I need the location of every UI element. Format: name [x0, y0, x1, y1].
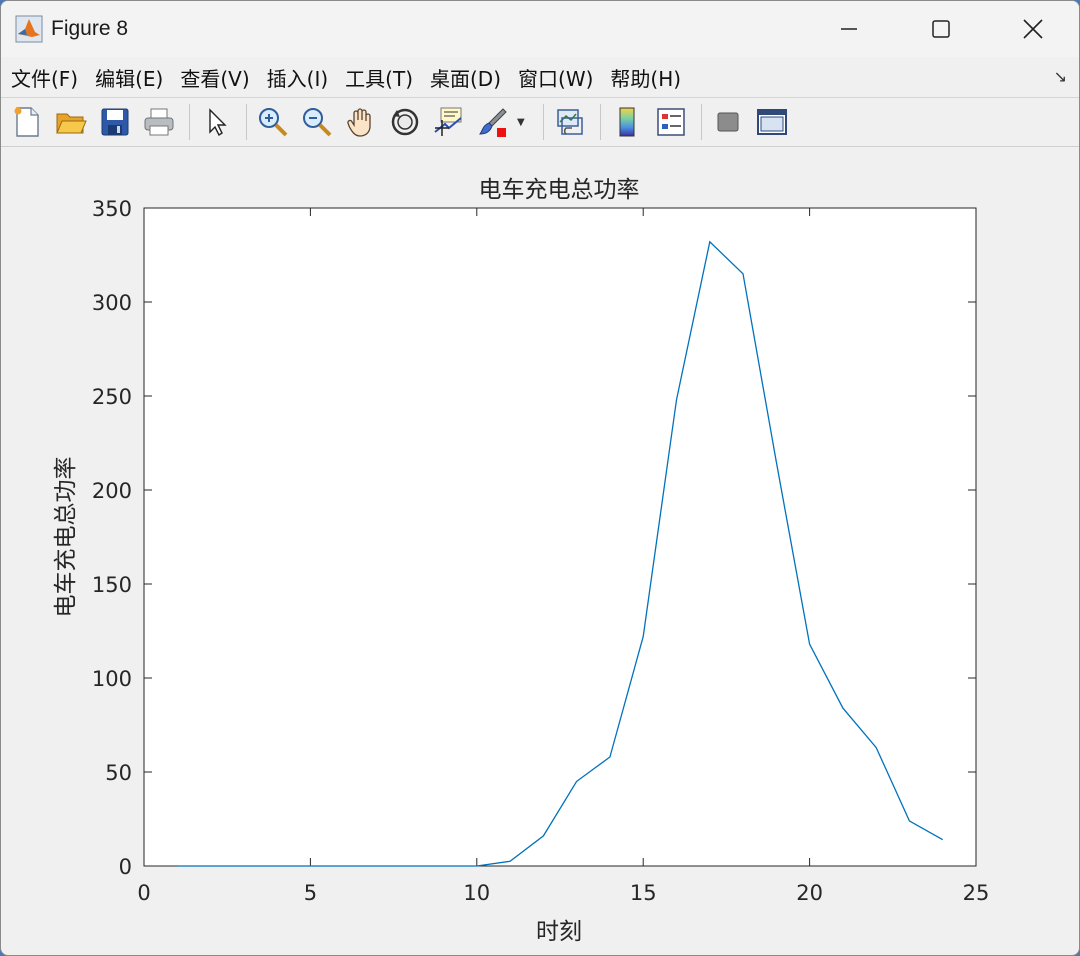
- zoom-out-button[interactable]: [297, 102, 337, 142]
- plot-axes[interactable]: [143, 207, 977, 867]
- save-button[interactable]: [95, 102, 135, 142]
- minimize-icon: [841, 28, 857, 30]
- rotate-3d-icon: [391, 108, 419, 136]
- toolbar-separator: [600, 104, 601, 140]
- menu-file[interactable]: 文件(F): [1, 63, 85, 92]
- y-tick-label: 100: [92, 667, 132, 691]
- toolbar-separator: [246, 104, 247, 140]
- y-tick-label: 300: [92, 291, 132, 315]
- new-figure-button[interactable]: [7, 102, 47, 142]
- rotate-3d-button[interactable]: [385, 102, 425, 142]
- figure-toolbar: ▼: [1, 97, 1079, 147]
- menu-help[interactable]: 帮助(H): [600, 63, 688, 92]
- x-tick-label: 5: [304, 881, 317, 905]
- menu-window[interactable]: 窗口(W): [508, 63, 600, 92]
- data-cursor-button[interactable]: [429, 102, 469, 142]
- open-file-button[interactable]: [51, 102, 91, 142]
- open-file-icon: [56, 113, 87, 134]
- pan-button[interactable]: [341, 102, 381, 142]
- hide-plot-tools-icon: [717, 112, 739, 132]
- menu-desktop[interactable]: 桌面(D): [420, 63, 508, 92]
- minimize-button[interactable]: [803, 1, 895, 57]
- title-bar[interactable]: Figure 8: [1, 1, 1079, 57]
- maximize-button[interactable]: [895, 1, 987, 57]
- y-tick-label: 350: [92, 197, 132, 221]
- menu-bar: 文件(F) 编辑(E) 查看(V) 插入(I) 工具(T) 桌面(D) 窗口(W…: [1, 59, 1079, 95]
- toolbar-separator: [701, 104, 702, 140]
- menu-insert[interactable]: 插入(I): [257, 63, 336, 92]
- select-arrow-icon: [209, 108, 227, 137]
- x-axis-label: 时刻: [536, 919, 582, 945]
- close-icon: [1023, 19, 1043, 39]
- x-tick-label: 0: [137, 881, 150, 905]
- show-plot-tools-button[interactable]: [752, 102, 792, 142]
- menu-edit[interactable]: 编辑(E): [85, 63, 170, 92]
- save-icon: [101, 108, 129, 136]
- legend-icon: [657, 108, 685, 136]
- menu-tools[interactable]: 工具(T): [335, 63, 420, 92]
- y-tick-label: 50: [105, 761, 132, 785]
- x-tick-label: 15: [630, 881, 657, 905]
- legend-button[interactable]: [651, 102, 691, 142]
- zoom-in-icon: [259, 108, 288, 137]
- print-icon: [144, 108, 174, 136]
- y-tick-label: 0: [119, 855, 132, 879]
- zoom-in-button[interactable]: [253, 102, 293, 142]
- chart-title: 电车充电总功率: [479, 177, 640, 203]
- maximize-icon: [932, 20, 950, 38]
- show-plot-tools-icon: [757, 109, 787, 135]
- hide-plot-tools-button[interactable]: [708, 102, 748, 142]
- y-axis-label: 电车充电总功率: [53, 457, 79, 618]
- data-cursor-icon: [434, 107, 462, 136]
- link-plot-button[interactable]: [550, 102, 590, 142]
- menu-overflow-icon[interactable]: ↘: [1054, 67, 1067, 86]
- colorbar-icon: [619, 107, 635, 137]
- brush-dropdown-icon[interactable]: ▼: [517, 117, 529, 128]
- y-tick-label: 200: [92, 479, 132, 503]
- brush-icon: [479, 108, 507, 137]
- zoom-out-icon: [303, 108, 332, 137]
- select-arrow-button[interactable]: [196, 102, 236, 142]
- x-tick-label: 10: [463, 881, 490, 905]
- y-tick-label: 150: [92, 573, 132, 597]
- colorbar-button[interactable]: [607, 102, 647, 142]
- window-controls: [803, 1, 1079, 57]
- menu-view[interactable]: 查看(V): [170, 63, 256, 92]
- toolbar-separator: [543, 104, 544, 140]
- figure-window: Figure 8 文件(F) 编辑(E) 查看(V) 插入(I) 工具(T) 桌…: [0, 0, 1080, 956]
- print-button[interactable]: [139, 102, 179, 142]
- brush-button[interactable]: [473, 102, 513, 142]
- x-tick-label: 25: [963, 881, 990, 905]
- matlab-icon: [15, 15, 43, 43]
- pan-hand-icon: [347, 108, 371, 137]
- figure-canvas[interactable]: 电车充电总功率 0 5 10 15 20 25 0 50 100 150 200 250 300 350 …: [1, 149, 1079, 955]
- close-button[interactable]: [987, 1, 1079, 57]
- x-tick-label: 20: [796, 881, 823, 905]
- toolbar-separator: [189, 104, 190, 140]
- new-figure-icon: [14, 107, 39, 137]
- y-tick-label: 250: [92, 385, 132, 409]
- line-chart: 电车充电总功率 0 5 10 15 20 25050100150200250300350 …: [53, 177, 990, 945]
- link-plot-icon: [557, 109, 583, 135]
- window-title: Figure 8: [51, 17, 129, 40]
